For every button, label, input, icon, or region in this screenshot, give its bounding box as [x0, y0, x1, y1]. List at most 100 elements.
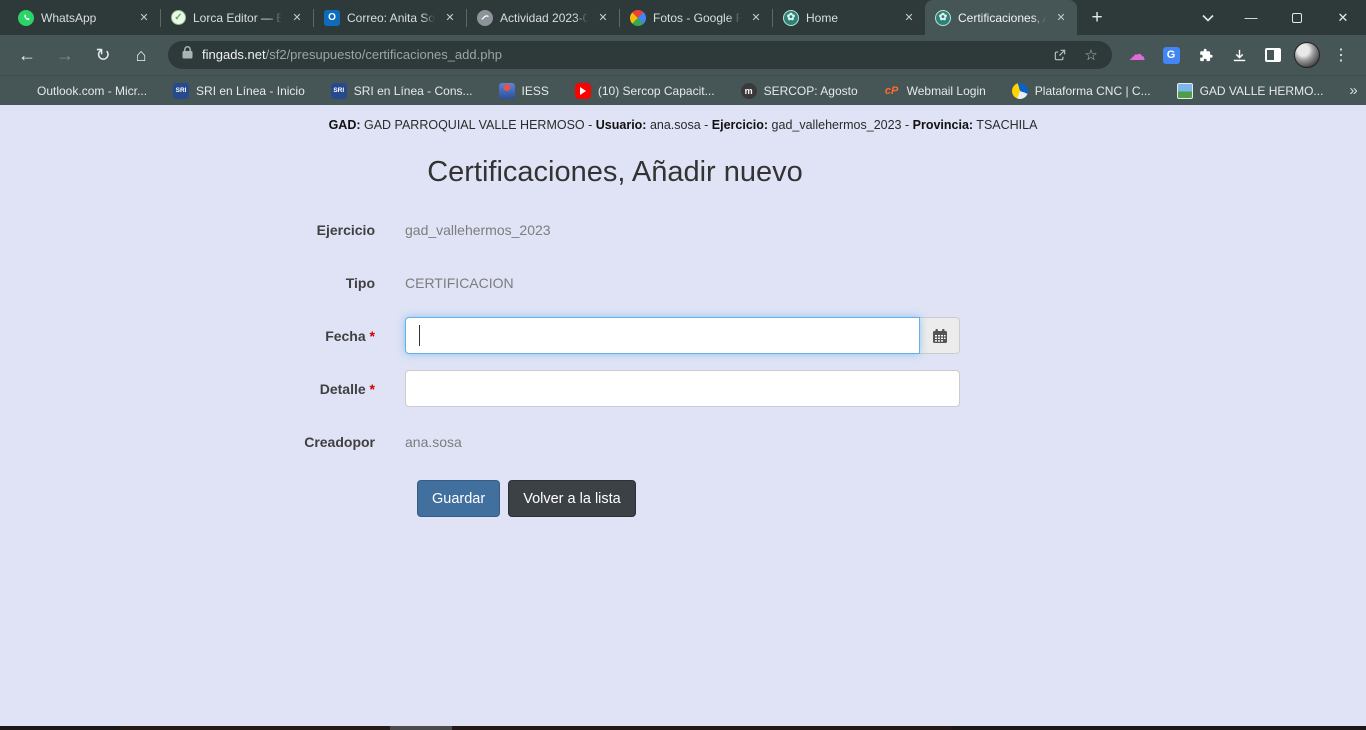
url-domain: fingads.net	[202, 47, 266, 62]
bookmark-sercop-agosto[interactable]: m SERCOP: Agosto	[741, 83, 858, 99]
lock-icon	[182, 46, 193, 64]
tab-search-chevron-icon[interactable]	[1188, 0, 1228, 35]
reload-icon[interactable]: ↻	[86, 38, 120, 72]
bookmark-sri-inicio[interactable]: SRI SRI en Línea - Inicio	[173, 83, 305, 99]
tab-certificaciones-active[interactable]: ✿ Certificaciones, A ✕	[925, 0, 1077, 35]
tab-title: Correo: Anita Sos	[347, 11, 435, 25]
tab-title: Fotos - Google F	[653, 11, 741, 25]
page-content: GAD: GAD PARROQUIAL VALLE HERMOSO - Usua…	[0, 105, 1366, 726]
close-tab-icon[interactable]: ✕	[1053, 10, 1069, 26]
activity-globe-icon	[477, 10, 493, 26]
downloads-icon[interactable]	[1224, 40, 1254, 70]
close-tab-icon[interactable]: ✕	[442, 10, 458, 26]
url-path: /sf2/presupuesto/certificaciones_add.php	[266, 47, 502, 62]
tab-title: Certificaciones, A	[958, 11, 1046, 25]
side-panel-icon[interactable]	[1258, 40, 1288, 70]
form-row-tipo: Tipo CERTIFICACION	[270, 264, 960, 301]
back-icon[interactable]: ←	[10, 38, 44, 72]
tab-title: Home	[806, 11, 894, 25]
tab-title: Lorca Editor — El	[193, 11, 282, 25]
form-actions: Guardar Volver a la lista	[417, 480, 960, 517]
tab-correo[interactable]: O Correo: Anita Sos ✕	[314, 0, 466, 35]
tab-home[interactable]: ✿ Home ✕	[773, 0, 925, 35]
bookmark-sri-consultas[interactable]: SRI SRI en Línea - Cons...	[331, 83, 473, 99]
home-icon[interactable]: ⌂	[124, 38, 158, 72]
taskbar-edge-strip	[0, 726, 1366, 730]
bookmark-gad-valle-hermoso[interactable]: GAD VALLE HERMO...	[1177, 83, 1324, 99]
close-tab-icon[interactable]: ✕	[136, 10, 152, 26]
extensions-puzzle-icon[interactable]	[1190, 40, 1220, 70]
new-tab-button[interactable]: +	[1083, 4, 1111, 32]
fingads-logo-icon: ✿	[935, 10, 951, 26]
browser-tab-strip: WhatsApp ✕ ✓ Lorca Editor — El ✕ O Corre…	[0, 0, 1366, 35]
ejercicio-label: Ejercicio	[270, 222, 375, 238]
whatsapp-icon	[18, 10, 34, 26]
fingads-logo-icon: ✿	[783, 10, 799, 26]
maximize-icon	[1292, 13, 1302, 23]
detalle-input[interactable]	[405, 370, 960, 407]
bookmark-plataforma-cnc[interactable]: Plataforma CNC | C...	[1012, 83, 1151, 99]
minimize-button[interactable]: —	[1228, 0, 1274, 35]
tab-whatsapp[interactable]: WhatsApp ✕	[8, 0, 160, 35]
volver-a-la-lista-button[interactable]: Volver a la lista	[508, 480, 636, 517]
address-bar[interactable]: fingads.net/sf2/presupuesto/certificacio…	[168, 41, 1112, 69]
tab-lorca-editor[interactable]: ✓ Lorca Editor — El ✕	[161, 0, 313, 35]
tab-title: WhatsApp	[41, 11, 129, 25]
tab-title: Actividad 2023-0	[500, 11, 588, 25]
detalle-label: Detalle *	[270, 381, 375, 397]
creadopor-label: Creadopor	[270, 434, 375, 450]
window-close-button[interactable]: ✕	[1320, 0, 1366, 35]
google-photos-icon	[630, 10, 646, 26]
bookmark-star-icon[interactable]: ☆	[1080, 44, 1102, 66]
page-title: Certificaciones, Añadir nuevo	[270, 156, 960, 189]
close-tab-icon[interactable]: ✕	[901, 10, 917, 26]
translate-extension-icon[interactable]: G	[1156, 40, 1186, 70]
guardar-button[interactable]: Guardar	[417, 480, 500, 517]
sercop-m-icon: m	[741, 83, 757, 99]
site-context-header: GAD: GAD PARROQUIAL VALLE HERMOSO - Usua…	[0, 118, 1366, 132]
share-icon[interactable]	[1049, 44, 1071, 66]
form-row-fecha: Fecha *	[270, 317, 960, 354]
url-text: fingads.net/sf2/presupuesto/certificacio…	[202, 46, 502, 64]
close-tab-icon[interactable]: ✕	[748, 10, 764, 26]
text-caret	[419, 325, 420, 346]
close-tab-icon[interactable]: ✕	[289, 10, 305, 26]
theme-cloud-extension-icon[interactable]: ☁	[1122, 40, 1152, 70]
bookmark-sercop-youtube[interactable]: (10) Sercop Capacit...	[575, 83, 715, 99]
microsoft-icon	[14, 83, 30, 99]
tipo-value: CERTIFICACION	[405, 275, 960, 291]
chrome-menu-kebab-icon[interactable]: ⋮	[1326, 40, 1356, 70]
ejercicio-value: gad_vallehermos_2023	[405, 222, 960, 238]
fecha-label: Fecha *	[270, 328, 375, 344]
gad-emblem-icon	[1177, 83, 1193, 99]
bookmarks-bar: Outlook.com - Micr... SRI SRI en Línea -…	[0, 75, 1366, 105]
required-asterisk: *	[370, 381, 375, 397]
cnc-icon	[1012, 83, 1028, 99]
form-row-detalle: Detalle *	[270, 370, 960, 407]
tab-fotos[interactable]: Fotos - Google F ✕	[620, 0, 772, 35]
creadopor-value: ana.sosa	[405, 434, 960, 450]
youtube-icon	[575, 83, 591, 99]
outlook-icon: O	[324, 10, 340, 26]
bookmark-outlook[interactable]: Outlook.com - Micr...	[14, 83, 147, 99]
form-row-creadopor: Creadopor ana.sosa	[270, 423, 960, 460]
sri-icon: SRI	[331, 83, 347, 99]
form-row-ejercicio: Ejercicio gad_vallehermos_2023	[270, 211, 960, 248]
tipo-label: Tipo	[270, 275, 375, 291]
profile-avatar[interactable]	[1292, 40, 1322, 70]
forward-icon[interactable]: →	[48, 38, 82, 72]
sri-icon: SRI	[173, 83, 189, 99]
close-tab-icon[interactable]: ✕	[595, 10, 611, 26]
maximize-button[interactable]	[1274, 0, 1320, 35]
required-asterisk: *	[370, 328, 375, 344]
tab-actividad[interactable]: Actividad 2023-0 ✕	[467, 0, 619, 35]
fecha-input[interactable]	[405, 317, 920, 354]
calendar-button[interactable]	[920, 317, 960, 354]
browser-toolbar: ← → ↻ ⌂ fingads.net/sf2/presupuesto/cert…	[0, 35, 1366, 75]
iess-icon	[499, 83, 515, 99]
calendar-icon	[932, 328, 948, 344]
certification-form: Ejercicio gad_vallehermos_2023 Tipo CERT…	[270, 211, 960, 517]
bookmarks-overflow-icon[interactable]: »	[1349, 82, 1357, 99]
bookmark-webmail[interactable]: cP Webmail Login	[884, 83, 986, 99]
bookmark-iess[interactable]: IESS	[499, 83, 549, 99]
